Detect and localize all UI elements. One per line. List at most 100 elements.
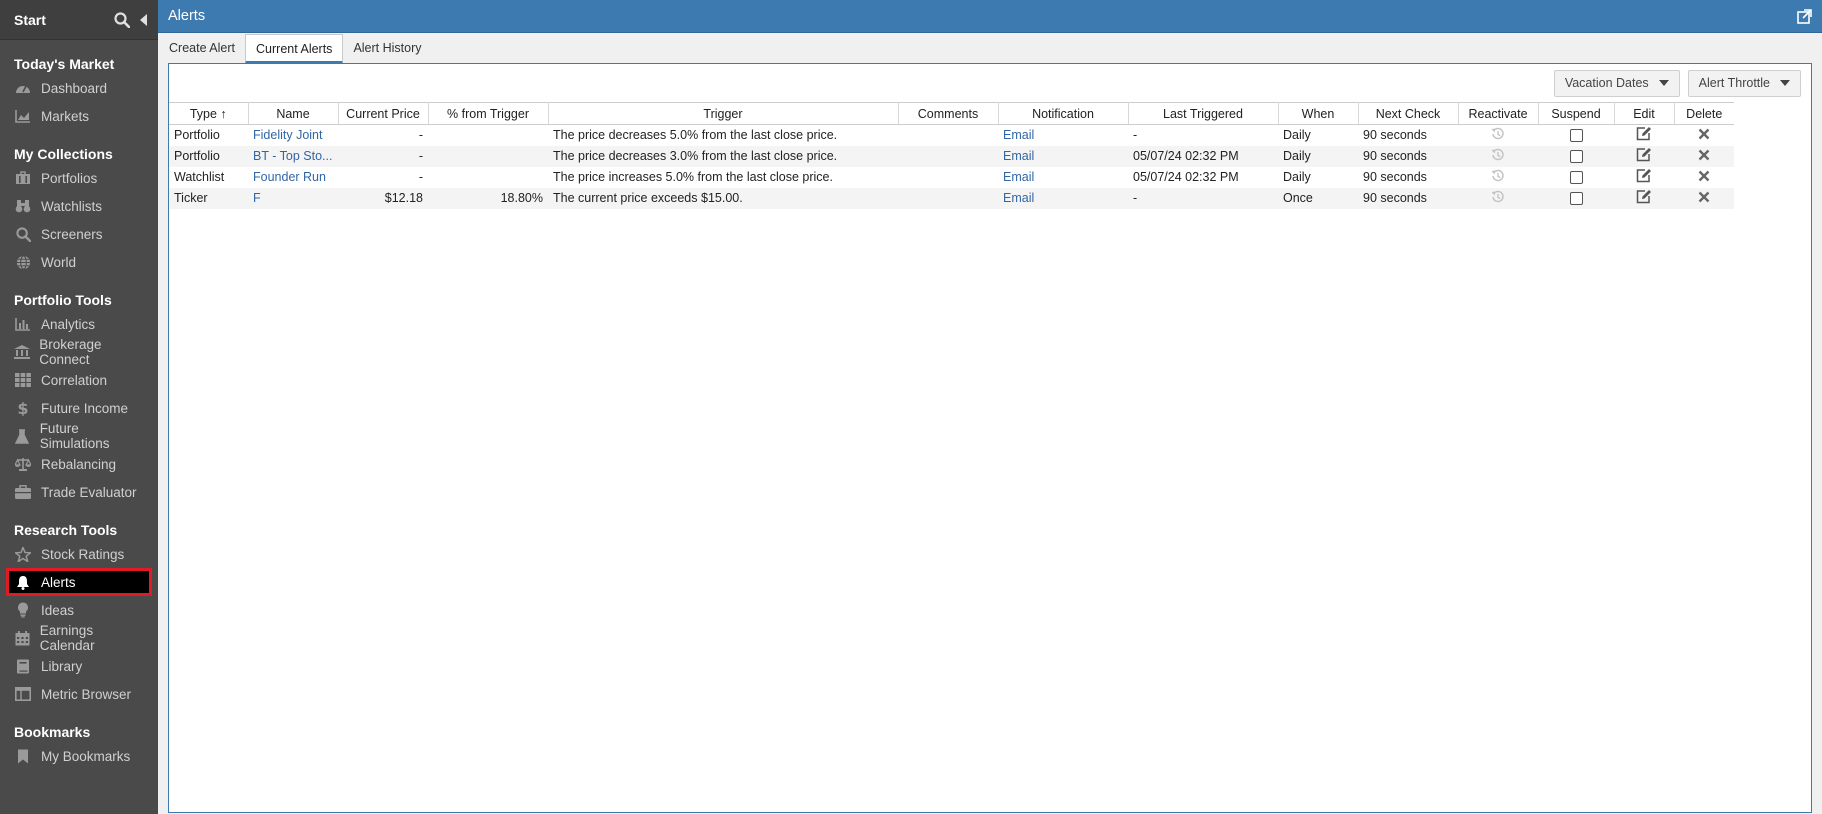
col-notification[interactable]: Notification [998, 102, 1129, 125]
col-pct-from-trigger[interactable]: % from Trigger [428, 102, 549, 125]
delete-icon[interactable] [1698, 170, 1710, 182]
table-row: Portfolio BT - Top Sto... - The price de… [169, 145, 1734, 167]
cell-notification-link[interactable]: Email [998, 187, 1128, 209]
sidebar-item-watchlists[interactable]: Watchlists [2, 192, 156, 220]
tab-current-alerts[interactable]: Current Alerts [245, 34, 344, 64]
delete-icon[interactable] [1698, 149, 1710, 161]
col-type[interactable]: Type ↑ [169, 102, 249, 125]
cell-notification-link[interactable]: Email [998, 125, 1128, 146]
sidebar-item-world[interactable]: World [2, 248, 156, 276]
sidebar-item-label: Dashboard [41, 80, 108, 96]
sidebar-item-label: Watchlists [41, 198, 103, 214]
grid-icon [14, 372, 32, 388]
cell-name-link[interactable]: Founder Run [248, 167, 338, 188]
sidebar-item-portfolios[interactable]: Portfolios [2, 164, 156, 192]
sidebar-section-title: Portfolio Tools [14, 292, 112, 308]
alert-throttle-dropdown[interactable]: Alert Throttle [1687, 69, 1801, 97]
sidebar-item-label: Stock Ratings [41, 546, 125, 562]
cell-current-price: - [338, 145, 428, 167]
cell-when: Daily [1283, 170, 1311, 184]
cell-next-check: 90 seconds [1358, 187, 1458, 209]
edit-icon[interactable] [1636, 126, 1652, 141]
sidebar-item-label: Metric Browser [41, 686, 132, 702]
cell-pct-from-trigger: 18.80% [428, 187, 548, 209]
delete-icon[interactable] [1698, 128, 1710, 140]
sidebar: Start Today's Market Dashboard Markets My C… [0, 0, 158, 814]
sidebar-item-stock-ratings[interactable]: Stock Ratings [2, 540, 156, 568]
table-row: Ticker F $12.18 18.80% The current price… [169, 187, 1734, 209]
cell-next-check: 90 seconds [1358, 145, 1458, 167]
cell-last-triggered: - [1133, 128, 1138, 143]
cell-notification-link[interactable]: Email [998, 167, 1128, 188]
start-label[interactable]: Start [14, 12, 104, 28]
search-icon [14, 226, 32, 242]
sidebar-item-label: Future Income [41, 400, 129, 416]
cell-pct-from-trigger [428, 125, 548, 146]
sidebar-item-earnings-calendar[interactable]: Earnings Calendar [2, 623, 156, 653]
sidebar-item-alerts[interactable]: Alerts [6, 568, 152, 596]
sidebar-item-future-income[interactable]: $ Future Income [2, 394, 156, 422]
table-row: Portfolio Fidelity Joint - The price dec… [169, 125, 1734, 146]
sidebar-item-label: My Bookmarks [41, 748, 131, 764]
edit-icon[interactable] [1636, 168, 1652, 183]
search-icon[interactable] [114, 11, 130, 28]
sidebar-item-library[interactable]: Library [2, 652, 156, 680]
chart-area-icon [14, 108, 32, 124]
sidebar-item-trade-evaluator[interactable]: Trade Evaluator [2, 478, 156, 506]
suspend-checkbox[interactable] [1569, 150, 1583, 164]
popout-icon[interactable] [1797, 8, 1812, 24]
cell-next-check: 90 seconds [1363, 128, 1427, 143]
flask-icon [14, 428, 31, 444]
cell-type: Ticker [169, 187, 248, 209]
sidebar-item-analytics[interactable]: Analytics [2, 310, 156, 338]
col-last-triggered[interactable]: Last Triggered [1128, 102, 1279, 125]
chevron-down-icon [1780, 80, 1790, 86]
cell-trigger: The price decreases 3.0% from the last c… [548, 145, 898, 167]
edit-icon[interactable] [1636, 147, 1652, 162]
sidebar-item-screeners[interactable]: Screeners [2, 220, 156, 248]
suspend-checkbox[interactable] [1569, 129, 1583, 143]
sidebar-item-label: Markets [41, 108, 90, 124]
sidebar-item-correlation[interactable]: Correlation [2, 366, 156, 394]
sidebar-item-label: Alerts [41, 574, 76, 590]
collapse-sidebar-icon[interactable] [140, 13, 148, 26]
sidebar-section-title: Today's Market [14, 56, 115, 72]
sidebar-item-my-bookmarks[interactable]: My Bookmarks [2, 742, 156, 770]
suspend-checkbox[interactable] [1569, 192, 1583, 206]
alerts-panel: Vacation Dates Alert Throttle Type ↑ Nam… [168, 63, 1812, 813]
alert-throttle-label: Alert Throttle [1698, 76, 1770, 90]
tab-create-alert[interactable]: Create Alert [159, 34, 245, 64]
sidebar-item-future-simulations[interactable]: Future Simulations [2, 421, 156, 451]
briefcase-icon [14, 484, 32, 500]
col-name[interactable]: Name [248, 102, 339, 125]
suspend-checkbox[interactable] [1569, 171, 1583, 185]
cell-trigger: The price increases 5.0% from the last c… [553, 170, 833, 184]
cell-name-link[interactable]: Fidelity Joint [248, 125, 338, 146]
sidebar-item-label: Ideas [41, 602, 75, 618]
col-next-check[interactable]: Next Check [1358, 102, 1459, 125]
sidebar-item-markets[interactable]: Markets [2, 102, 156, 130]
sidebar-item-ideas[interactable]: Ideas [2, 596, 156, 624]
col-comments[interactable]: Comments [898, 102, 999, 125]
col-current-price[interactable]: Current Price [338, 102, 429, 125]
bank-icon [14, 344, 31, 360]
col-trigger[interactable]: Trigger [548, 102, 899, 125]
tab-alert-history[interactable]: Alert History [343, 34, 431, 64]
cell-name-link[interactable]: F [248, 187, 338, 209]
col-when[interactable]: When [1278, 102, 1359, 125]
alerts-table: Type ↑ Name Current Price % from Trigger… [169, 102, 1734, 209]
sidebar-item-metric-browser[interactable]: Metric Browser [2, 680, 156, 708]
sidebar-item-label: Brokerage Connect [39, 337, 102, 367]
cell-name-link[interactable]: BT - Top Sto... [248, 145, 338, 167]
sidebar-item-dashboard[interactable]: Dashboard [2, 74, 156, 102]
edit-icon[interactable] [1636, 189, 1652, 204]
vacation-dates-dropdown[interactable]: Vacation Dates [1553, 69, 1680, 97]
cell-when: Once [1278, 187, 1358, 209]
cell-notification-link[interactable]: Email [998, 145, 1128, 167]
sidebar-item-rebalancing[interactable]: Rebalancing [2, 450, 156, 478]
bar-chart-icon [14, 316, 32, 332]
delete-icon[interactable] [1698, 191, 1710, 203]
table-header-row: Type ↑ Name Current Price % from Trigger… [169, 102, 1734, 125]
sidebar-item-brokerage-connect[interactable]: Brokerage Connect [2, 337, 156, 367]
toolbar: Vacation Dates Alert Throttle [169, 64, 1811, 102]
